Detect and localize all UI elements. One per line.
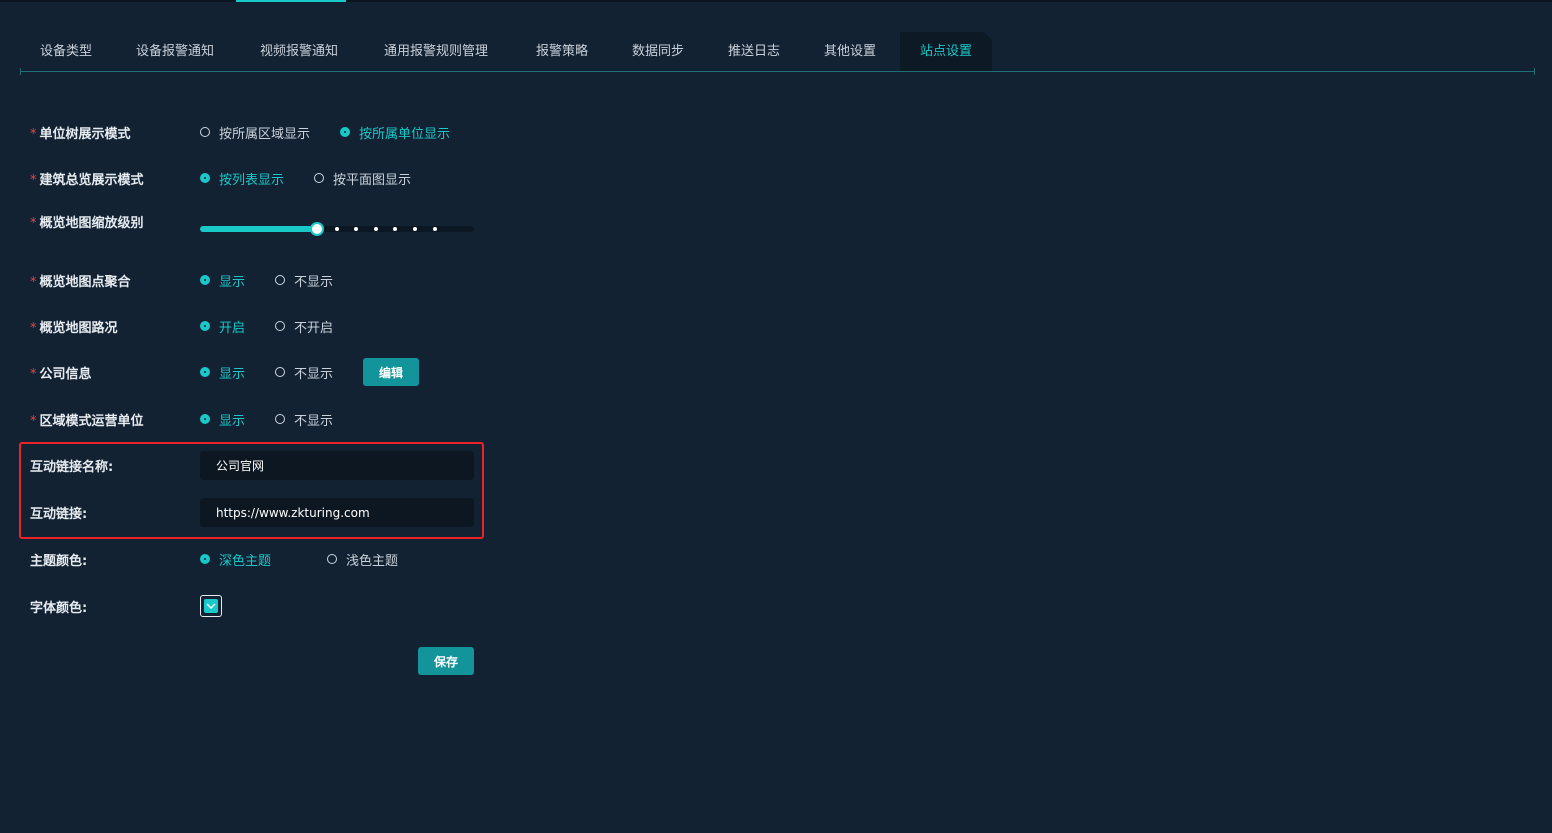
building-label: * 建筑总览展示模式	[30, 172, 144, 188]
building-row: * 建筑总览展示模式 按列表显示 按平面图显示	[30, 166, 441, 190]
color-swatch	[204, 599, 218, 613]
link-name-label: 互动链接名称:	[30, 460, 114, 475]
tab-divider	[20, 68, 1535, 75]
cluster-row: * 概览地图点聚合 显示 不显示	[30, 268, 363, 292]
company-label: * 公司信息	[30, 366, 92, 382]
tab-device-alarm-notify[interactable]: 设备报警通知	[136, 32, 214, 72]
radio-circle-icon	[314, 173, 325, 183]
region-op-label: * 区域模式运营单位	[30, 413, 144, 429]
radio-circle-icon	[327, 554, 338, 564]
tab-site-settings[interactable]: 站点设置	[900, 32, 992, 72]
radio-circle-icon	[200, 321, 210, 331]
radio-circle-icon	[275, 414, 286, 424]
tab-video-alarm-notify[interactable]: 视频报警通知	[260, 32, 338, 72]
radio-traffic-on[interactable]: 开启	[200, 317, 245, 336]
radio-cluster-show[interactable]: 显示	[200, 271, 245, 290]
unit-tree-row: * 单位树展示模式 按所属区域显示 按所属单位显示	[30, 120, 480, 144]
tab-alarm-strategy[interactable]: 报警策略	[536, 32, 588, 72]
radio-cluster-hide[interactable]: 不显示	[275, 271, 333, 290]
zoom-row: * 概览地图缩放级别	[30, 212, 474, 236]
slider-thumb[interactable]	[310, 222, 324, 236]
radio-by-region[interactable]: 按所属区域显示	[200, 123, 310, 142]
top-bar-accent	[236, 0, 346, 2]
region-op-row: * 区域模式运营单位 显示 不显示	[30, 407, 363, 431]
edit-company-button[interactable]: 编辑	[363, 358, 420, 386]
unit-tree-label: * 单位树展示模式	[30, 126, 131, 142]
radio-circle-icon	[200, 367, 210, 377]
radio-region-op-show[interactable]: 显示	[200, 410, 245, 429]
traffic-label: * 概览地图路况	[30, 320, 118, 336]
tab-push-log[interactable]: 推送日志	[728, 32, 780, 72]
zoom-slider[interactable]	[200, 221, 474, 237]
radio-light-theme[interactable]: 浅色主题	[327, 550, 398, 569]
slider-fill	[200, 226, 317, 232]
radio-floorplan-view[interactable]: 按平面图显示	[314, 169, 411, 188]
radio-dark-theme[interactable]: 深色主题	[200, 550, 271, 569]
radio-company-hide[interactable]: 不显示	[275, 363, 333, 382]
radio-circle-icon	[275, 321, 286, 331]
slider-stop[interactable]	[432, 227, 437, 231]
slider-stop[interactable]	[373, 227, 378, 231]
radio-circle-icon	[275, 367, 286, 377]
font-color-label: 字体颜色:	[30, 600, 88, 616]
link-url-input[interactable]: https://www.zkturing.com	[200, 498, 474, 527]
radio-list-view[interactable]: 按列表显示	[200, 169, 284, 188]
radio-circle-icon	[200, 554, 210, 564]
radio-circle-icon	[340, 127, 351, 137]
cluster-label: * 概览地图点聚合	[30, 274, 131, 290]
color-picker[interactable]	[200, 595, 222, 617]
zoom-label: * 概览地图缩放级别	[30, 216, 144, 231]
link-url-row: 互动链接: https://www.zkturing.com	[30, 498, 474, 527]
slider-stop[interactable]	[413, 227, 417, 231]
font-color-row: 字体颜色:	[30, 594, 222, 618]
company-row: * 公司信息 显示 不显示 编辑	[30, 358, 420, 386]
radio-company-show[interactable]: 显示	[200, 363, 245, 382]
radio-circle-icon	[200, 414, 210, 424]
tab-alarm-rules[interactable]: 通用报警规则管理	[384, 32, 488, 72]
traffic-row: * 概览地图路况 开启 不开启	[30, 314, 363, 338]
radio-circle-icon	[200, 275, 210, 285]
radio-traffic-off[interactable]: 不开启	[275, 317, 333, 336]
radio-circle-icon	[200, 127, 210, 137]
chevron-down-icon	[206, 603, 216, 609]
radio-circle-icon	[275, 275, 286, 285]
radio-region-op-hide[interactable]: 不显示	[275, 410, 333, 429]
save-button[interactable]: 保存	[418, 647, 474, 675]
top-bar	[0, 0, 1552, 2]
link-name-input[interactable]: 公司官网	[200, 451, 474, 480]
radio-circle-icon	[200, 173, 210, 183]
radio-by-unit[interactable]: 按所属单位显示	[340, 123, 450, 142]
slider-stop[interactable]	[334, 227, 339, 231]
tab-other-settings[interactable]: 其他设置	[824, 32, 876, 72]
tab-data-sync[interactable]: 数据同步	[632, 32, 684, 72]
theme-label: 主题颜色:	[30, 553, 88, 569]
theme-row: 主题颜色: 深色主题 浅色主题	[30, 547, 428, 571]
tab-device-type[interactable]: 设备类型	[40, 32, 92, 72]
link-name-row: 互动链接名称: 公司官网	[30, 451, 474, 480]
link-url-label: 互动链接:	[30, 507, 88, 522]
